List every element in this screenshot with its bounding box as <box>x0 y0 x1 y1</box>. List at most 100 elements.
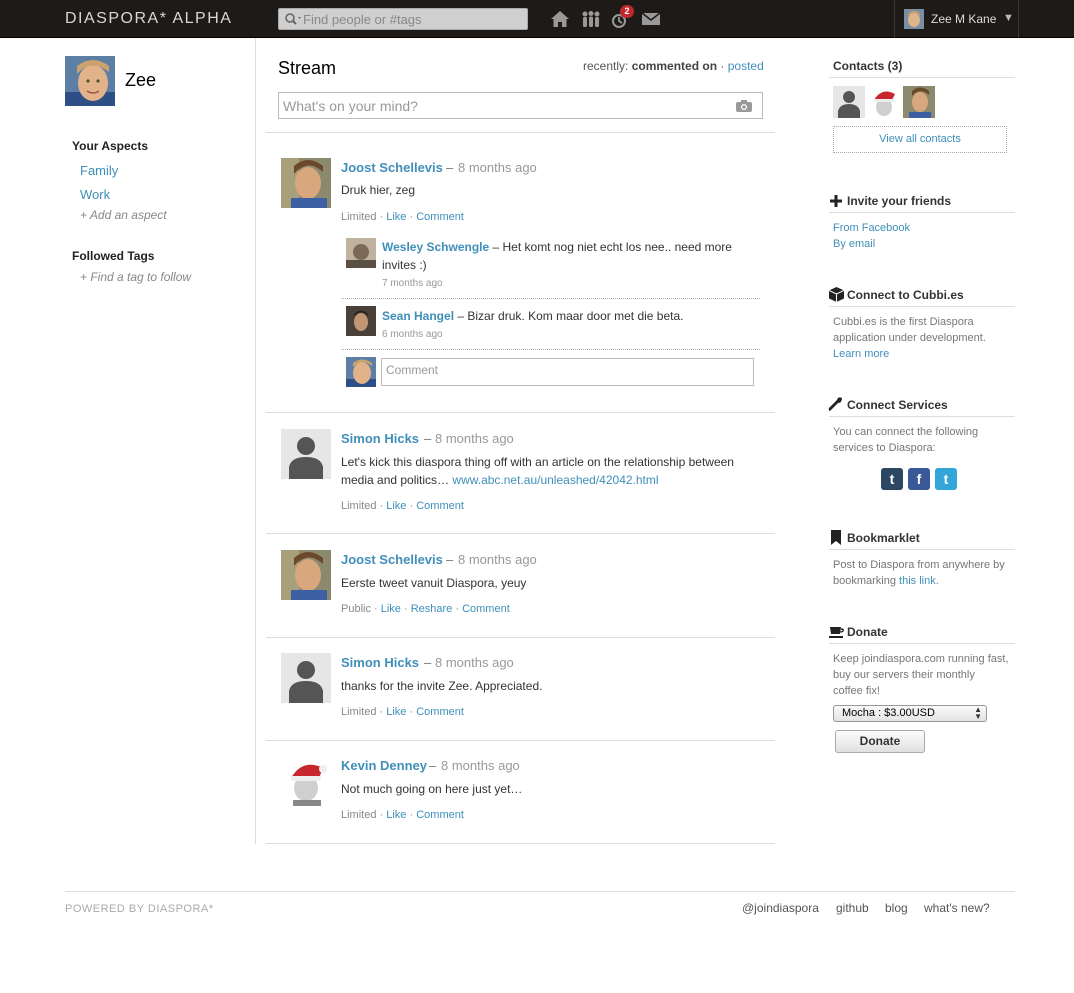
footer-blog-link[interactable]: blog <box>885 901 908 915</box>
comment-input[interactable] <box>382 359 753 385</box>
contact-avatar[interactable] <box>868 86 900 118</box>
divider <box>266 132 775 133</box>
post-visibility: Limited <box>341 500 377 512</box>
post-author[interactable]: Kevin Denney <box>341 758 427 773</box>
search-box[interactable] <box>278 8 528 30</box>
post-author[interactable]: Simon Hicks <box>341 431 419 446</box>
comment-author[interactable]: Sean Hangel <box>382 309 454 323</box>
aspect-work-link[interactable]: Work <box>80 187 110 202</box>
user-menu[interactable]: Zee M Kane ▼ <box>894 0 1019 38</box>
wrench-icon <box>828 397 842 411</box>
contact-avatar[interactable] <box>833 86 865 118</box>
comment-link[interactable]: Comment <box>416 809 464 821</box>
comment-link[interactable]: Comment <box>416 706 464 718</box>
profile-name[interactable]: Zee <box>125 70 156 91</box>
services-description: You can connect the following services t… <box>833 424 978 456</box>
footer-divider <box>65 891 1015 892</box>
invite-facebook-link[interactable]: From Facebook <box>833 222 910 234</box>
donation-select[interactable]: Mocha : $3.00USD ▲ ▼ <box>833 705 987 722</box>
post-dash: – <box>446 160 454 175</box>
view-all-contacts-button[interactable]: View all contacts <box>833 126 1007 153</box>
add-aspect-link[interactable]: + Add an aspect <box>80 208 167 222</box>
post-avatar[interactable] <box>281 653 331 703</box>
post-author[interactable]: Joost Schellevis <box>341 552 443 567</box>
comment-time[interactable]: 7 months ago <box>382 278 443 289</box>
post-text: Eerste tweet vanuit Diaspora, yeuy <box>341 576 527 590</box>
twitter-icon[interactable]: t <box>935 468 957 490</box>
publisher[interactable] <box>278 92 763 119</box>
post-time[interactable]: 8 months ago <box>458 552 537 567</box>
like-link[interactable]: Like <box>386 211 406 223</box>
divider <box>266 740 775 741</box>
post-text: Druk hier, zeg <box>341 183 416 197</box>
notification-badge: 2 <box>620 5 634 18</box>
current-user-avatar <box>346 357 376 387</box>
post-avatar[interactable] <box>281 756 331 806</box>
home-icon[interactable] <box>549 9 571 29</box>
invite-email-link[interactable]: By email <box>833 238 875 250</box>
post-link[interactable]: www.abc.net.au/unleashed/42042.html <box>452 473 658 487</box>
divider <box>829 416 1015 417</box>
post-author[interactable]: Joost Schellevis <box>341 160 443 175</box>
powered-by[interactable]: POWERED BY DIASPORA* <box>65 903 214 915</box>
comment-box[interactable] <box>381 358 754 386</box>
your-aspects-heading: Your Aspects <box>72 139 149 153</box>
comment-link[interactable]: Comment <box>416 211 464 223</box>
donate-text-line1: Keep joindiaspora.com running fast, <box>833 653 1009 665</box>
like-link[interactable]: Like <box>381 603 401 615</box>
like-link[interactable]: Like <box>386 500 406 512</box>
footer-whats-new-link[interactable]: what's new? <box>924 901 990 915</box>
post-text: thanks for the invite Zee. Appreciated. <box>341 679 543 693</box>
like-link[interactable]: Like <box>386 809 406 821</box>
aspect-family-link[interactable]: Family <box>80 163 118 178</box>
mail-icon[interactable] <box>640 9 662 29</box>
post-avatar[interactable] <box>281 429 331 479</box>
comment-link[interactable]: Comment <box>462 603 510 615</box>
comment-link[interactable]: Comment <box>416 500 464 512</box>
like-link[interactable]: Like <box>386 706 406 718</box>
stream-sort: recently: commented on · posted <box>583 59 764 73</box>
divider <box>266 637 775 638</box>
publisher-input[interactable] <box>283 96 713 116</box>
bookmarklet-link[interactable]: this link. <box>899 575 939 587</box>
learn-more-link[interactable]: Learn more <box>833 348 889 360</box>
post-time[interactable]: 8 months ago <box>441 758 520 773</box>
post-avatar[interactable] <box>281 550 331 600</box>
donate-button[interactable]: Donate <box>835 730 925 753</box>
reshare-link[interactable]: Reshare <box>411 603 453 615</box>
post-time[interactable]: 8 months ago <box>435 655 514 670</box>
facebook-icon[interactable]: f <box>908 468 930 490</box>
footer-github-link[interactable]: github <box>836 901 869 915</box>
comment-avatar[interactable] <box>346 238 376 268</box>
footer-joindiaspora-link[interactable]: @joindiaspora <box>742 901 819 915</box>
contacts-icon[interactable] <box>580 9 602 29</box>
chevron-down-icon: ▼ <box>1003 12 1014 24</box>
divider <box>829 643 1015 644</box>
sort-posted-link[interactable]: posted <box>728 59 764 73</box>
camera-icon[interactable] <box>735 99 753 113</box>
donate-heading: Donate <box>847 625 888 639</box>
sort-commented-on[interactable]: commented on <box>632 59 717 73</box>
post-time[interactable]: 8 months ago <box>458 160 537 175</box>
post-time[interactable]: 8 months ago <box>435 431 514 446</box>
divider <box>266 412 775 413</box>
comment-author[interactable]: Wesley Schwengle <box>382 240 489 254</box>
divider <box>266 533 775 534</box>
find-tag-link[interactable]: + Find a tag to follow <box>80 270 191 284</box>
user-name: Zee M Kane <box>931 12 997 26</box>
comment-avatar[interactable] <box>346 306 376 336</box>
profile-avatar[interactable] <box>65 56 115 106</box>
search-input[interactable] <box>303 10 523 28</box>
comment-time[interactable]: 6 months ago <box>382 329 443 340</box>
post-meta: Public · Like · Reshare · Comment <box>341 603 510 615</box>
comment-divider <box>341 349 760 350</box>
donate-text-line2: buy our servers their monthly <box>833 669 975 681</box>
post-author[interactable]: Simon Hicks <box>341 655 419 670</box>
tumblr-icon[interactable]: t <box>881 468 903 490</box>
contact-avatar[interactable] <box>903 86 935 118</box>
post-avatar[interactable] <box>281 158 331 208</box>
post-meta: Limited · Like · Comment <box>341 211 464 223</box>
contacts-heading[interactable]: Contacts (3) <box>833 59 902 73</box>
brand-logo[interactable]: DIASPORA* ALPHA <box>65 10 232 28</box>
comment-text: Wesley Schwengle – Het komt nog niet ech… <box>382 238 752 274</box>
